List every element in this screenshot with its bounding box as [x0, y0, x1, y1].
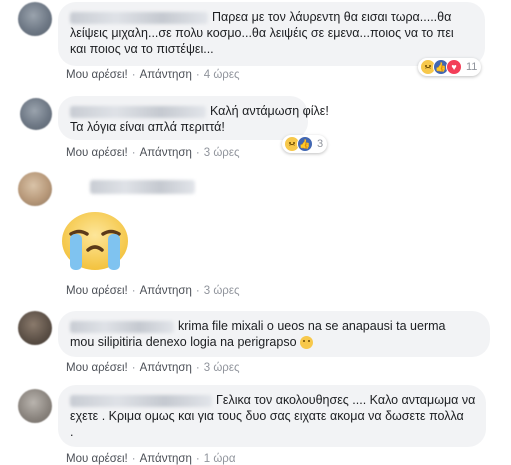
commenter-name[interactable]	[70, 105, 206, 118]
comment-text-line: mou silipitiria denexo logia na perigrap…	[70, 335, 297, 349]
comment-text-line: Καλή αντάμωση φίλε!	[210, 104, 329, 118]
like-icon: 👍	[297, 136, 313, 152]
reply-link[interactable]: Απάντηση	[140, 69, 192, 81]
commenter-avatar[interactable]	[18, 172, 52, 206]
commenter-avatar[interactable]	[18, 2, 52, 36]
timestamp[interactable]: 3 ώρες	[204, 362, 240, 374]
comment-text-line: λείψεις μιχαλη...σε πολυ κοσμο...θα λειψ…	[70, 26, 454, 40]
commenter-avatar[interactable]	[18, 311, 52, 345]
comment-bubble: Γελικα τον ακολουθησες .... Καλο ανταμωμ…	[58, 385, 486, 447]
comment-bubble: krima file mixali o ueos na se anapausi …	[58, 311, 490, 357]
reaction-summary[interactable]: 👍 3	[282, 135, 328, 153]
like-link[interactable]: Μου αρέσει!	[66, 453, 128, 465]
comment-text-line: Παρεα με τον λάυρεντη θα εισαι τωρα.....…	[212, 10, 452, 24]
timestamp[interactable]: 3 ώρες	[204, 285, 240, 297]
reaction-count: 3	[317, 138, 324, 150]
timestamp[interactable]: 1 ώρα	[204, 453, 236, 465]
like-link[interactable]: Μου αρέσει!	[66, 362, 128, 374]
comment-text-line: εχετε . Κριμα ομως και για τους δυο σας …	[70, 409, 464, 423]
like-link[interactable]: Μου αρέσει!	[66, 285, 128, 297]
separator: ·	[131, 362, 136, 374]
comment-text-line: .	[70, 425, 74, 439]
separator: ·	[131, 69, 136, 81]
crying-face-sticker	[62, 212, 128, 270]
reply-link[interactable]: Απάντηση	[140, 362, 192, 374]
reply-link[interactable]: Απάντηση	[140, 147, 192, 159]
comment-text-line: Γελικα τον ακολουθησες .... Καλο ανταμωμ…	[216, 393, 476, 407]
comment-text-line: krima file mixali o ueos na se anapausi …	[178, 319, 446, 333]
commenter-name[interactable]	[70, 394, 212, 407]
separator: ·	[131, 285, 136, 297]
separator: ·	[131, 453, 136, 465]
comment-actions: Μου αρέσει! · Απάντηση · 3 ώρες	[66, 362, 240, 374]
commenter-avatar[interactable]	[18, 389, 52, 423]
comment-text-line: και ποιος να το πιστέψει...	[70, 42, 214, 56]
like-link[interactable]: Μου αρέσει!	[66, 69, 128, 81]
separator: ·	[195, 362, 200, 374]
separator: ·	[195, 285, 200, 297]
love-icon: ♥	[446, 59, 462, 75]
comment-actions: Μου αρέσει! · Απάντηση · 3 ώρες	[66, 147, 240, 159]
separator: ·	[131, 147, 136, 159]
separator: ·	[195, 453, 200, 465]
like-link[interactable]: Μου αρέσει!	[66, 147, 128, 159]
timestamp[interactable]: 3 ώρες	[204, 147, 240, 159]
comment-bubble: Παρεα με τον λάυρεντη θα εισαι τωρα.....…	[58, 2, 485, 66]
comment-actions: Μου αρέσει! · Απάντηση · 1 ώρα	[66, 453, 236, 465]
reply-link[interactable]: Απάντηση	[140, 285, 192, 297]
timestamp[interactable]: 4 ώρες	[204, 69, 240, 81]
comment-bubble: Καλή αντάμωση φίλε! Τα λόγια είναι απλά …	[58, 96, 329, 140]
sad-emoji-icon	[300, 336, 314, 350]
separator: ·	[195, 147, 200, 159]
commenter-name[interactable]	[70, 11, 208, 24]
reply-link[interactable]: Απάντηση	[140, 453, 192, 465]
commenter-name[interactable]	[70, 320, 174, 333]
reaction-summary[interactable]: 👍 ♥ 11	[418, 58, 482, 76]
comment-actions: Μου αρέσει! · Απάντηση · 3 ώρες	[66, 285, 240, 297]
commenter-avatar[interactable]	[20, 98, 52, 130]
comment-text-line: Τα λόγια είναι απλά περιττά!	[70, 120, 225, 134]
comment-actions: Μου αρέσει! · Απάντηση · 4 ώρες	[66, 69, 240, 81]
separator: ·	[195, 69, 200, 81]
reaction-count: 11	[466, 61, 478, 73]
commenter-name[interactable]	[90, 180, 195, 194]
